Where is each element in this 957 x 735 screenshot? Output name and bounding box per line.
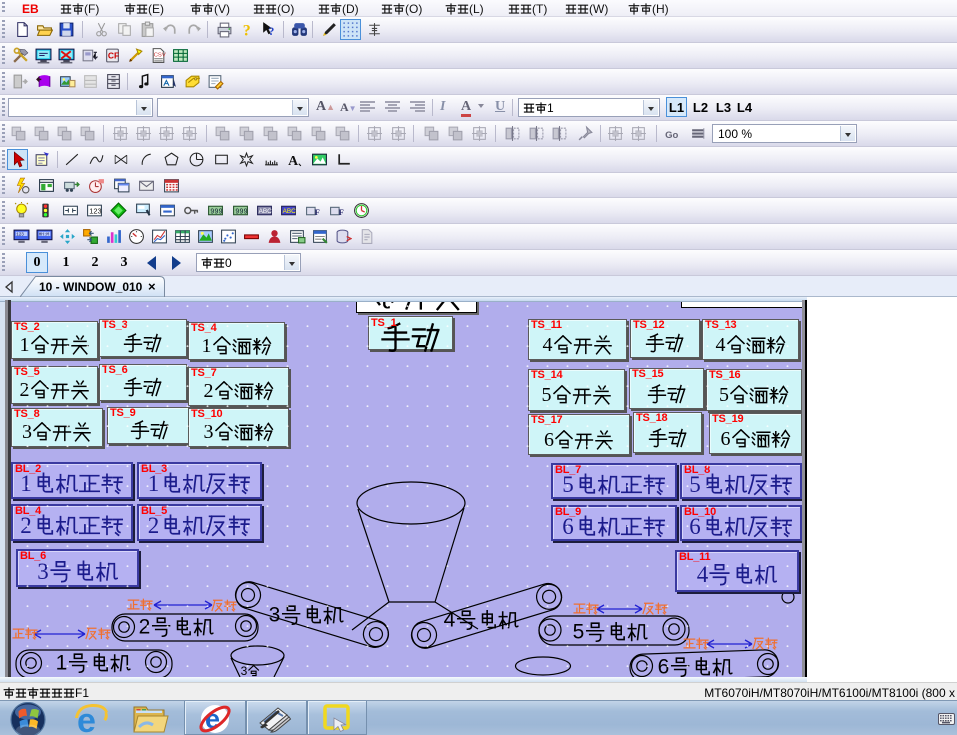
svg-text:ABC: ABC <box>259 208 272 215</box>
svg-text:ABC: ABC <box>283 208 296 215</box>
svg-text:?: ? <box>243 22 251 38</box>
svg-text:123: 123 <box>16 232 24 237</box>
svg-text:999: 999 <box>211 208 223 216</box>
svg-text:Go: Go <box>665 130 678 141</box>
svg-text:HH:M: HH:M <box>39 232 50 237</box>
svg-text:CF: CF <box>108 51 119 61</box>
svg-text:?: ? <box>269 25 275 38</box>
svg-text:F: F <box>338 207 343 217</box>
svg-text:123: 123 <box>89 207 101 216</box>
svg-text:CSV: CSV <box>154 53 166 59</box>
svg-text:F: F <box>314 207 319 217</box>
svg-text:A: A <box>288 153 298 168</box>
svg-text:999: 999 <box>235 208 247 216</box>
